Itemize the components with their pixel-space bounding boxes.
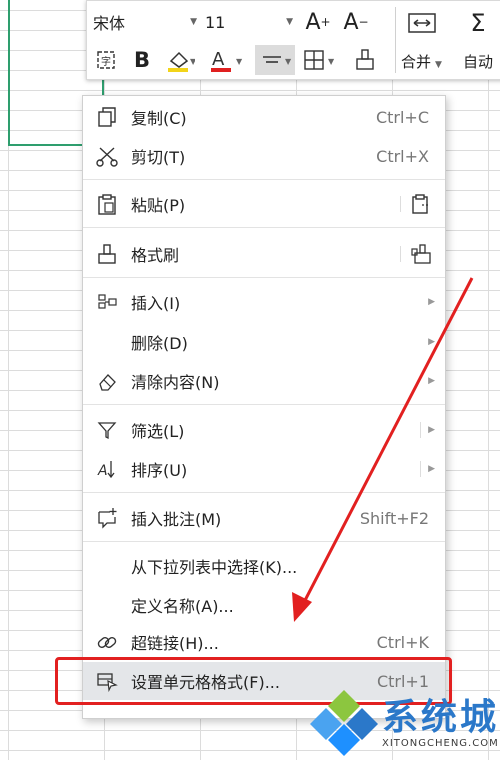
annotation-arrow — [292, 277, 474, 622]
watermark-title: 系统城 — [382, 697, 500, 738]
watermark-subtitle: XITONGCHENG.COM — [382, 738, 499, 749]
watermark: 系统城 XITONGCHENG.COM — [306, 688, 500, 760]
watermark-logo-icon — [310, 690, 378, 756]
